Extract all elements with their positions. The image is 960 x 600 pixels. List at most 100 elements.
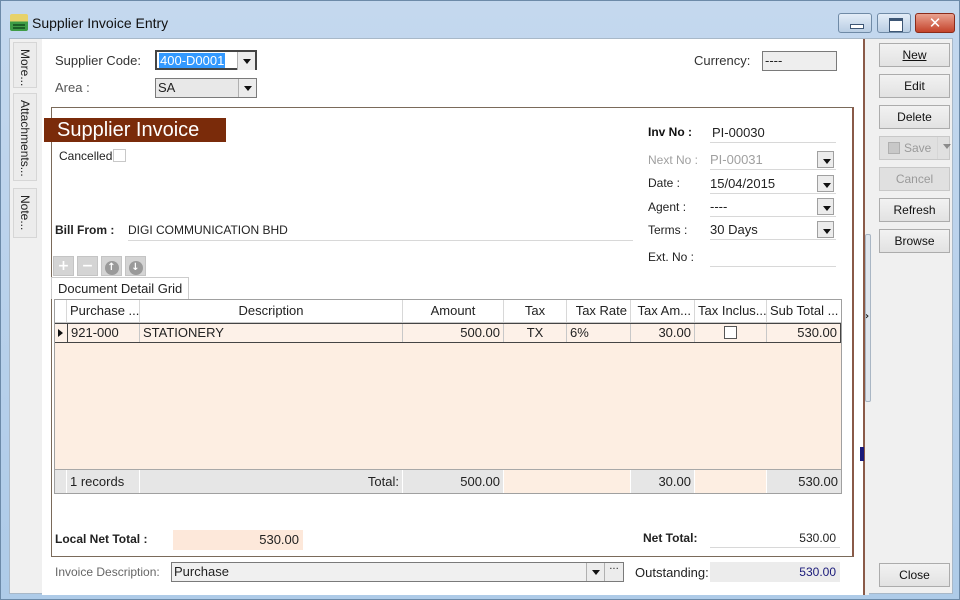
bill-from-field[interactable]: DIGI COMMUNICATION BHD <box>128 221 633 241</box>
ext-no-field[interactable] <box>710 247 836 267</box>
supplier-code-label: Supplier Code: <box>55 53 141 68</box>
column-header[interactable]: Purchase ... <box>67 300 140 322</box>
chevron-down-icon[interactable] <box>237 52 255 70</box>
ext-no-label: Ext. No : <box>648 250 695 264</box>
invoice-description-label: Invoice Description: <box>55 565 160 579</box>
column-header[interactable]: Sub Total ... <box>767 300 841 322</box>
cell-description[interactable]: STATIONERY <box>140 324 403 342</box>
title-bar[interactable]: Supplier Invoice Entry ✕ <box>1 1 959 39</box>
local-net-total-label: Local Net Total : <box>55 532 148 546</box>
footer-sub-total: 530.00 <box>767 470 841 493</box>
grid-header: Purchase ... Description Amount Tax Tax … <box>55 300 841 323</box>
cell-tax-amount[interactable]: 30.00 <box>631 324 695 342</box>
footer-total-label: Total: <box>140 470 403 493</box>
local-net-total-value: 530.00 <box>173 530 303 550</box>
next-no-dropdown[interactable] <box>817 151 834 168</box>
bill-from-label: Bill From : <box>55 223 115 237</box>
column-header[interactable]: Tax Rate <box>567 300 631 322</box>
side-tab-label: More... <box>18 49 32 87</box>
footer-amount: 500.00 <box>403 470 504 493</box>
move-up-button[interactable]: ↑ <box>101 256 122 276</box>
cell-amount[interactable]: 500.00 <box>403 324 504 342</box>
area-value: SA <box>158 80 176 95</box>
footer-tax-amount: 30.00 <box>631 470 695 493</box>
save-icon <box>888 142 900 154</box>
ellipsis-button[interactable]: ··· <box>604 563 623 581</box>
save-dropdown-icon[interactable] <box>937 137 951 159</box>
column-header[interactable]: Tax Inclus... <box>695 300 767 322</box>
add-row-button[interactable]: + <box>53 256 74 276</box>
grid-footer: 1 records Total: 500.00 30.00 530.00 <box>55 469 841 493</box>
next-no-value: PI-00031 <box>710 152 763 167</box>
maximize-button[interactable] <box>877 13 911 33</box>
supplier-code-combo[interactable]: 400-D0001 <box>155 50 257 70</box>
minimize-button[interactable] <box>838 13 872 33</box>
date-dropdown[interactable] <box>817 175 834 192</box>
chevron-down-icon[interactable] <box>238 79 256 97</box>
cell-tax[interactable]: TX <box>504 324 567 342</box>
record-count: 1 records <box>67 470 140 493</box>
refresh-label: Refresh <box>893 203 936 217</box>
terms-dropdown[interactable] <box>817 221 834 238</box>
move-down-button[interactable]: ↓ <box>125 256 146 276</box>
invoice-description-combo[interactable]: Purchase ··· <box>171 562 624 582</box>
refresh-button[interactable]: Refresh <box>879 198 950 222</box>
net-total-value: 530.00 <box>710 528 840 548</box>
save-button[interactable]: Save <box>879 136 951 160</box>
close-label: Close <box>899 568 930 582</box>
side-tab-note[interactable]: Note... <box>13 188 37 238</box>
arrow-down-icon: ↓ <box>128 261 143 275</box>
column-header[interactable]: Description <box>140 300 403 322</box>
close-button[interactable]: Close <box>879 563 950 587</box>
date-value: 15/04/2015 <box>710 176 776 191</box>
side-tab-more[interactable]: More... <box>13 42 37 88</box>
close-window-button[interactable]: ✕ <box>915 13 955 33</box>
remove-row-button[interactable]: − <box>77 256 98 276</box>
main-panel: Supplier Code: 400-D0001 Area : SA Curre… <box>42 39 863 595</box>
inv-no-field[interactable]: PI-00030 <box>710 123 836 143</box>
cancel-button[interactable]: Cancel <box>879 167 950 191</box>
currency-value: ---- <box>765 53 783 68</box>
tax-inclusive-checkbox[interactable] <box>724 326 737 339</box>
delete-label: Delete <box>897 110 932 124</box>
delete-button[interactable]: Delete <box>879 105 950 129</box>
plus-icon: + <box>57 258 70 274</box>
edit-label: Edit <box>904 79 925 93</box>
cell-tax-inclusive[interactable] <box>695 324 767 342</box>
area-combo[interactable]: SA <box>155 78 257 98</box>
window-title: Supplier Invoice Entry <box>32 15 169 31</box>
new-label: New <box>902 48 927 62</box>
footer-spacer <box>55 470 67 493</box>
new-button[interactable]: New <box>879 43 950 67</box>
column-header[interactable]: Tax Am... <box>631 300 695 322</box>
save-label: Save <box>904 141 932 155</box>
cancelled-label: Cancelled <box>59 149 113 163</box>
minus-icon: − <box>81 258 94 274</box>
area-label: Area : <box>55 80 90 95</box>
date-label: Date : <box>648 176 681 190</box>
browse-button[interactable]: Browse <box>879 229 950 253</box>
terms-value: 30 Days <box>710 222 758 237</box>
chevron-right-icon[interactable]: › <box>865 311 869 322</box>
column-header[interactable]: Tax <box>504 300 567 322</box>
net-total-label: Net Total: <box>643 531 698 545</box>
agent-dropdown[interactable] <box>817 198 834 215</box>
inv-no-label: Inv No : <box>648 125 692 139</box>
column-header[interactable]: Amount <box>403 300 504 322</box>
side-tab-attachments[interactable]: Attachments... <box>13 93 37 181</box>
row-indicator-icon <box>58 329 63 337</box>
chevron-down-icon[interactable] <box>586 563 604 581</box>
agent-value: ---- <box>710 199 728 214</box>
tab-document-detail-grid[interactable]: Document Detail Grid <box>51 277 190 299</box>
close-icon: ✕ <box>928 14 942 32</box>
cancelled-checkbox[interactable] <box>113 149 126 162</box>
cell-tax-rate[interactable]: 6% <box>567 324 631 342</box>
footer-blank <box>695 470 767 493</box>
outstanding-value: 530.00 <box>710 562 840 582</box>
currency-field[interactable]: ---- <box>762 51 837 71</box>
cell-purchase[interactable]: 921-000 <box>67 324 140 342</box>
supplier-code-value: 400-D0001 <box>159 53 226 68</box>
edit-button[interactable]: Edit <box>879 74 950 98</box>
table-row[interactable]: 921-000 STATIONERY 500.00 TX 6% 30.00 53… <box>55 323 841 343</box>
cell-sub-total[interactable]: 530.00 <box>767 324 841 342</box>
